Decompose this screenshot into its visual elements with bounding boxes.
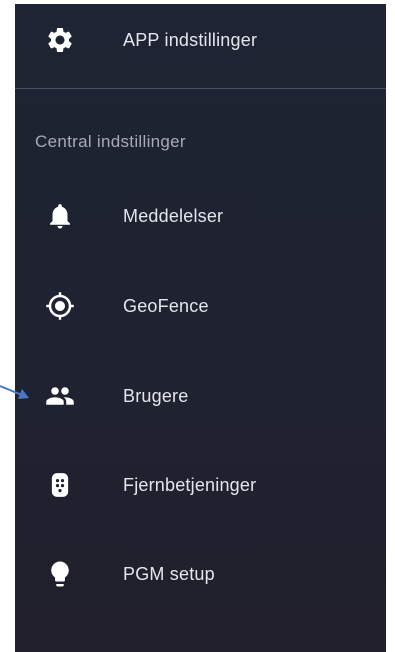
gear-icon (43, 23, 77, 57)
section-title: Central indstillinger (35, 132, 186, 151)
users-icon (43, 379, 77, 413)
bell-icon (43, 199, 77, 233)
menu-item-brugere[interactable]: Brugere (15, 366, 386, 426)
remote-icon (43, 468, 77, 502)
menu-item-label: GeoFence (123, 295, 209, 316)
lightbulb-icon (43, 557, 77, 591)
menu-item-app-settings[interactable]: APP indstillinger (15, 10, 386, 70)
divider (15, 88, 386, 89)
menu-item-pgm-setup[interactable]: PGM setup (15, 544, 386, 604)
menu-item-fjernbetjeninger[interactable]: Fjernbetjeninger (15, 455, 386, 515)
menu-item-label: PGM setup (123, 563, 215, 584)
target-icon (43, 289, 77, 323)
menu-item-meddelelser[interactable]: Meddelelser (15, 186, 386, 246)
menu-item-label: Meddelelser (123, 205, 224, 226)
menu-item-label: Fjernbetjeninger (123, 474, 257, 495)
settings-menu-panel: APP indstillinger Central indstillinger … (15, 4, 386, 652)
menu-item-label: Brugere (123, 385, 189, 406)
annotation-arrow (0, 385, 29, 399)
menu-item-geofence[interactable]: GeoFence (15, 276, 386, 336)
menu-item-label: APP indstillinger (123, 29, 258, 50)
